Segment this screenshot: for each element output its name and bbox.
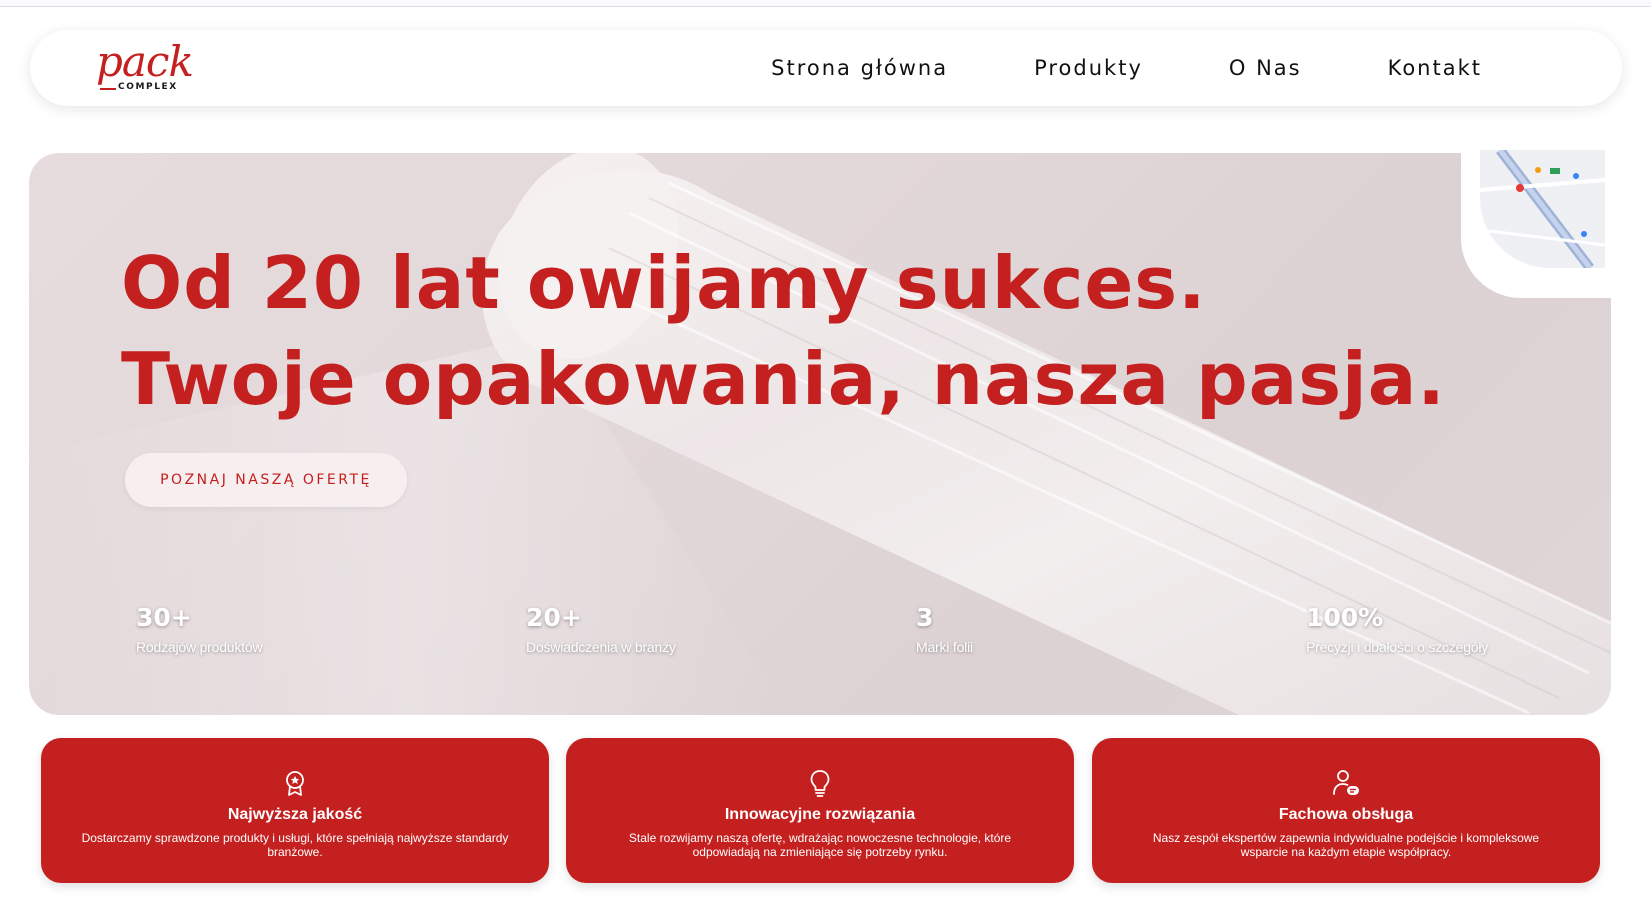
nav-link-home[interactable]: Strona główna bbox=[771, 56, 948, 80]
navbar: pack COMPLEX Strona główna Produkty O Na… bbox=[30, 30, 1622, 106]
feature-text: Nasz zespół ekspertów zapewnia indywidua… bbox=[1152, 831, 1540, 859]
stat-value: 100% bbox=[1306, 603, 1384, 632]
nav-link-products[interactable]: Produkty bbox=[1034, 56, 1143, 80]
hero-headline-line1: Od 20 lat owijamy sukces. bbox=[121, 241, 1207, 325]
stat-value: 20+ bbox=[526, 603, 582, 632]
logo-underline bbox=[100, 88, 116, 90]
feature-card-quality: Najwyższa jakość Dostarczamy sprawdzone … bbox=[41, 738, 549, 883]
feature-title: Fachowa obsługa bbox=[1278, 806, 1414, 823]
lightbulb-icon bbox=[810, 770, 830, 797]
stat-label: Precyzji i dbałości o szczegóły bbox=[1306, 639, 1489, 655]
stat-label: Marki folii bbox=[916, 639, 973, 655]
offer-cta-button[interactable]: POZNAJ NASZĄ OFERTĘ bbox=[125, 453, 407, 507]
stat-products: 30+ Rodzajów produktów bbox=[136, 603, 263, 657]
stat-precision: 100% Precyzji i dbałości o szczegóły bbox=[1306, 603, 1488, 657]
browser-top-edge bbox=[0, 0, 1651, 7]
feature-title: Innowacyjne rozwiązania bbox=[724, 806, 916, 823]
stat-brands: 3 Marki folii bbox=[916, 603, 973, 657]
main-nav: Strona główna Produkty O Nas Kontakt bbox=[685, 30, 1482, 106]
nav-link-contact[interactable]: Kontakt bbox=[1388, 56, 1482, 80]
stat-label: Rodzajów produktów bbox=[136, 639, 263, 655]
support-user-icon bbox=[1333, 770, 1359, 795]
stat-value: 30+ bbox=[136, 603, 192, 632]
logo-main-text: pack bbox=[96, 37, 194, 86]
stat-experience: 20+ Doświadczenia w branży bbox=[526, 603, 676, 657]
stat-value: 3 bbox=[916, 603, 934, 632]
feature-card-innovation: Innowacyjne rozwiązania Stale rozwijamy … bbox=[566, 738, 1074, 883]
nav-link-about[interactable]: O Nas bbox=[1229, 56, 1302, 80]
logo[interactable]: pack COMPLEX bbox=[96, 40, 216, 96]
hero-headline-line2: Twoje opakowania, nasza pasja. bbox=[121, 337, 1446, 421]
logo-sub-text: COMPLEX bbox=[118, 82, 178, 92]
feature-title: Najwyższa jakość bbox=[227, 806, 363, 823]
award-icon bbox=[286, 771, 304, 796]
hero-section: Od 20 lat owijamy sukces. Twoje opakowan… bbox=[29, 153, 1611, 715]
feature-text: Stale rozwijamy naszą ofertę, wdrażając … bbox=[628, 831, 1012, 859]
feature-card-service: Fachowa obsługa Nasz zespół ekspertów za… bbox=[1092, 738, 1600, 883]
hero-headline: Od 20 lat owijamy sukces. Twoje opakowan… bbox=[121, 235, 1446, 427]
stat-label: Doświadczenia w branży bbox=[526, 639, 676, 655]
feature-text: Dostarczamy sprawdzone produkty i usługi… bbox=[81, 831, 509, 859]
